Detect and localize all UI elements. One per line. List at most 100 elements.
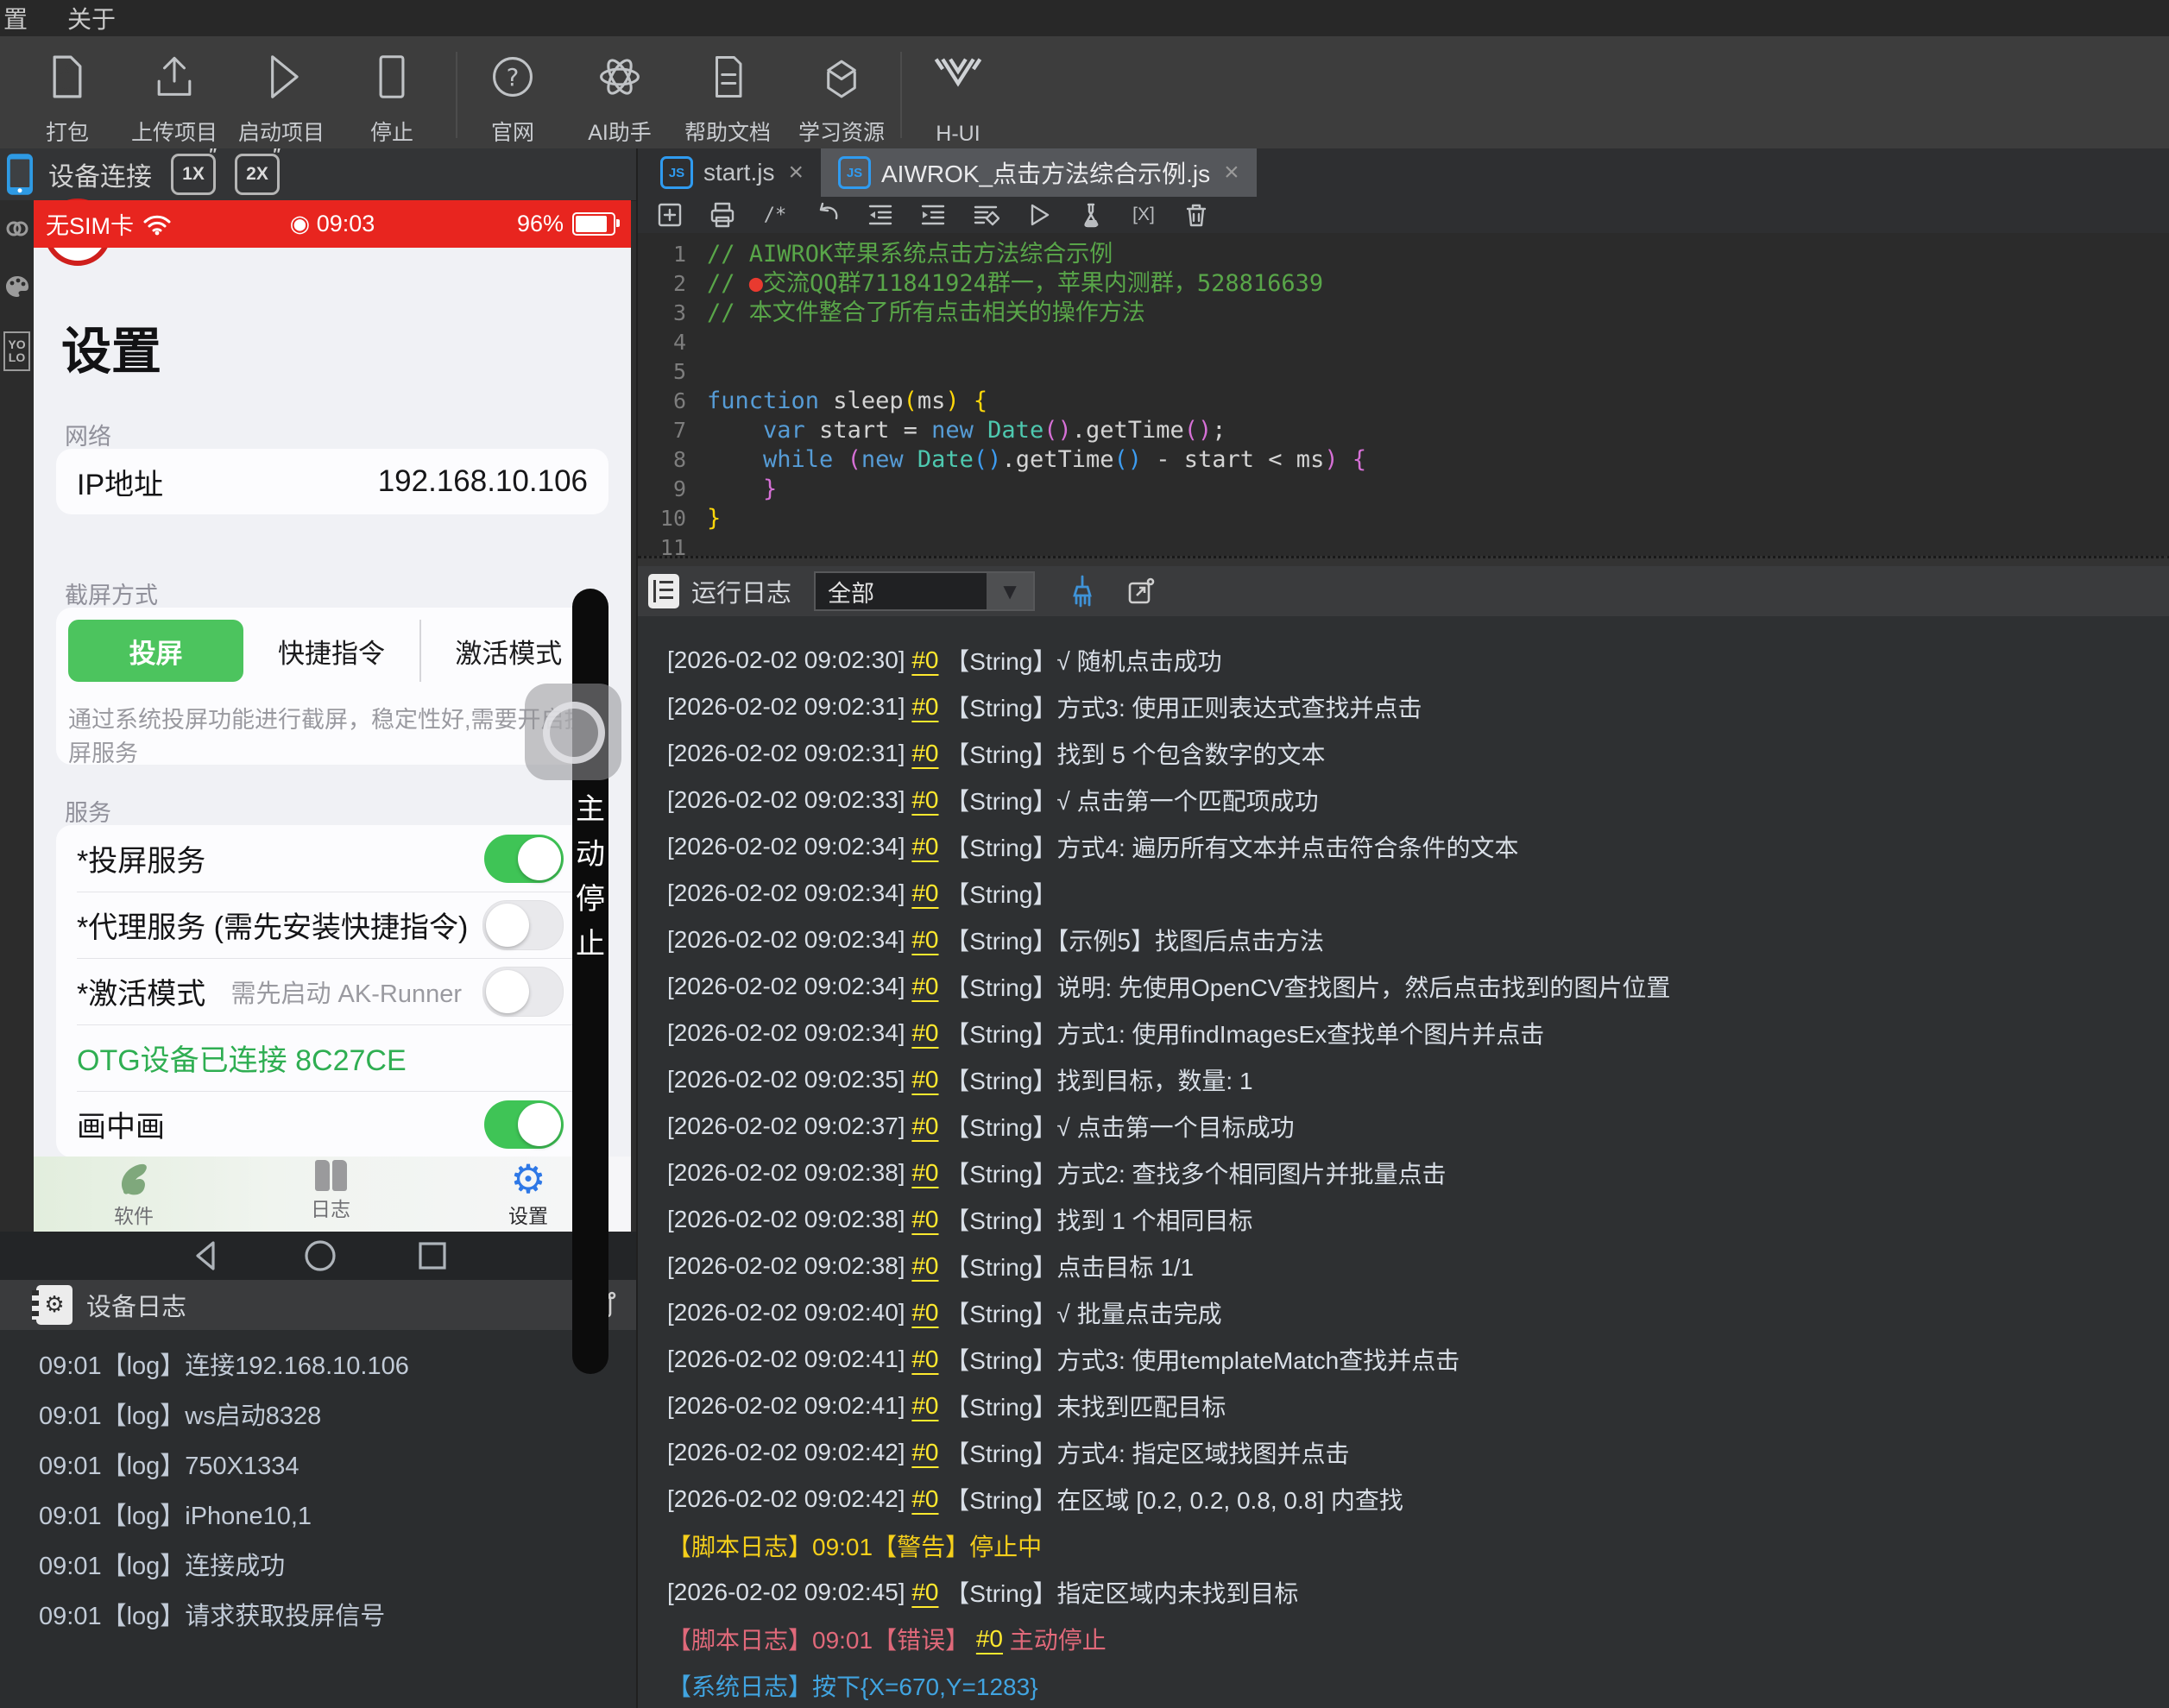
line-number: 7 <box>672 418 686 443</box>
indent-icon[interactable] <box>918 200 948 230</box>
yolo-badge[interactable]: YO LO <box>3 331 30 371</box>
upload-icon <box>150 50 199 104</box>
hui-logo-icon <box>934 50 982 104</box>
phone-tab-bar: 软件 日志 ⚙ 设置 <box>34 1157 631 1232</box>
status-time: ◉ 09:03 <box>289 211 375 236</box>
code-line: 5 <box>638 357 2169 387</box>
code-line: 3// 本文件整合了所有点击相关的操作方法 <box>638 299 2169 328</box>
settings-page-title: 设置 <box>61 324 162 380</box>
service-section-label: 服务 <box>65 800 111 826</box>
device-panel-title: 设备连接 <box>48 163 152 192</box>
line-number: 2 <box>672 271 686 296</box>
format-icon[interactable] <box>971 200 1000 230</box>
hui-label: H-UI <box>936 122 980 146</box>
pip-toggle[interactable] <box>484 1100 564 1149</box>
menu-item-about[interactable]: 关于 <box>67 1 116 35</box>
activation-mode-toggle[interactable] <box>482 966 564 1017</box>
phone-mirror[interactable]: 无SIM卡 ◉ 09:03 96% 设置 网络 IP地址 192.168.10.… <box>34 199 631 1374</box>
device-log-icon: ⚙ <box>32 1285 73 1325</box>
run-log-entry: [2026-02-02 09:02:37] #0 【String】√ 点击第一个… <box>667 1112 1295 1141</box>
test-flask-icon[interactable] <box>1076 200 1106 230</box>
phone-tab-log[interactable]: 日志 <box>270 1160 391 1222</box>
back-nav-icon[interactable] <box>187 1237 225 1275</box>
tab-start-js[interactable]: JS start.js × <box>643 148 821 197</box>
scale-2x-button[interactable]: 2X <box>235 146 281 195</box>
document-icon <box>706 50 749 104</box>
line-number: 6 <box>672 388 686 413</box>
comment-icon[interactable]: /* <box>760 200 790 230</box>
device-log-title: 设备日志 <box>86 1294 187 1321</box>
code-line: 6 function sleep(ms) { <box>638 387 2169 416</box>
log-filter-select[interactable]: 全部 ▼ <box>814 571 1036 611</box>
run-log-popout-icon[interactable] <box>1126 577 1156 606</box>
ai-assistant-button[interactable]: AI助手 <box>564 45 676 152</box>
run-log-entry: [2026-02-02 09:02:35] #0 【String】找到目标，数量… <box>667 1066 1253 1094</box>
run-log-entry: [2026-02-02 09:02:33] #0 【String】√ 点击第一个… <box>667 786 1319 815</box>
ai-assistant-label: AI助手 <box>588 121 652 145</box>
segment-activation[interactable]: 激活模式 <box>419 620 596 682</box>
device-log-list[interactable]: 09:01【log】连接192.168.10.106 09:01【log】ws启动… <box>0 1330 636 1708</box>
activation-mode-label: *激活模式 <box>77 978 206 1011</box>
clean-log-icon[interactable] <box>1182 200 1211 230</box>
menu-bar: 置 关于 <box>0 0 2169 36</box>
ai-knot-icon <box>595 50 645 104</box>
editor-panel: JS start.js × JS AIWROK_点击方法综合示例.js × /* <box>636 148 2169 1708</box>
run-log-entry: 【脚本日志】09:01【错误】 #0 主动停止 <box>667 1625 1107 1654</box>
stop-icon <box>375 50 409 104</box>
code-editor[interactable]: 1// AIWROK苹果系统点击方法综合示例 2// ●交流QQ群71184192… <box>638 233 2169 563</box>
help-docs-button[interactable]: 帮助文档 <box>672 45 784 152</box>
upload-project-button[interactable]: 上传项目 <box>118 45 230 152</box>
start-project-button[interactable]: 启动项目 <box>225 45 337 152</box>
tab-aiwrok-js[interactable]: JS AIWROK_点击方法综合示例.js × <box>821 148 1257 197</box>
palette-icon[interactable] <box>4 274 30 299</box>
device-log-entry: 09:01【log】连接成功 <box>39 1553 286 1580</box>
clear-log-brush-icon[interactable] <box>1066 574 1099 608</box>
package-button[interactable]: 打包 <box>11 45 123 152</box>
log-tab-label: 日志 <box>311 1198 350 1220</box>
editor-tab-bar: JS start.js × JS AIWROK_点击方法综合示例.js × <box>638 148 2169 198</box>
code-line: 8 while (new Date().getTime() - start < … <box>638 445 2169 475</box>
website-button[interactable]: ? 官网 <box>457 45 569 152</box>
service-card: *投屏服务 *代理服务 (需先安装快捷指令) *激活模式 需先启动 AK-Run… <box>56 825 608 1157</box>
outdent-icon[interactable] <box>866 200 895 230</box>
print-icon[interactable] <box>708 200 737 230</box>
line-number: 1 <box>672 242 686 267</box>
stop-button[interactable]: 停止 <box>336 45 448 152</box>
run-log-list[interactable]: [2026-02-02 09:02:30] #0 【String】√ 随机点击成… <box>638 616 2169 1708</box>
tab-close-icon-2[interactable]: × <box>1224 158 1239 187</box>
line-number: 3 <box>672 300 686 325</box>
package-icon <box>47 50 87 104</box>
scale-1x-button[interactable]: 1X <box>171 146 217 195</box>
ip-value: 192.168.10.106 <box>377 464 588 498</box>
run-log-entry: [2026-02-02 09:02:34] #0 【String】方式1: 使用… <box>667 1019 1545 1048</box>
new-file-icon[interactable] <box>655 200 684 230</box>
proxy-service-toggle[interactable] <box>482 899 564 950</box>
assistive-touch-button[interactable] <box>525 684 621 780</box>
proxy-service-label: *代理服务 (需先安装快捷指令) <box>77 911 469 944</box>
phone-tab-settings[interactable]: ⚙ 设置 <box>468 1159 589 1229</box>
start-project-label: 启动项目 <box>237 121 325 145</box>
tab-close-icon[interactable]: × <box>788 158 804 187</box>
run-log-entry: [2026-02-02 09:02:34] #0 【String】说明: 先使用… <box>667 973 1671 1001</box>
recent-nav-icon[interactable] <box>415 1238 450 1273</box>
mirror-service-toggle[interactable] <box>484 834 564 883</box>
sync-link-icon[interactable] <box>4 216 30 242</box>
code-line: 10} <box>638 504 2169 533</box>
run-script-icon[interactable] <box>1024 200 1053 230</box>
phone-tab-software[interactable]: 软件 <box>73 1160 194 1229</box>
dropdown-arrow-icon[interactable]: ▼ <box>987 573 1034 609</box>
undo-icon[interactable] <box>813 200 842 230</box>
hui-button[interactable]: H-UI <box>902 45 1014 152</box>
home-nav-icon[interactable] <box>301 1237 339 1275</box>
segment-shortcut[interactable]: 快捷指令 <box>243 620 419 682</box>
service-row-activation: *激活模式 需先启动 AK-Runner <box>56 958 608 1024</box>
otg-status: OTG设备已连接 8C27CE <box>77 1044 407 1077</box>
learning-resources-button[interactable]: 学习资源 <box>785 45 898 152</box>
clear-vars-icon[interactable]: [X] <box>1129 200 1158 230</box>
js-file-icon-2: JS <box>838 156 871 189</box>
menu-item-settings[interactable]: 置 <box>3 1 28 35</box>
mirror-service-label: *投屏服务 <box>77 845 206 878</box>
phone-icon <box>5 153 35 196</box>
line-number: 5 <box>672 359 686 384</box>
segment-mirror[interactable]: 投屏 <box>68 620 244 682</box>
